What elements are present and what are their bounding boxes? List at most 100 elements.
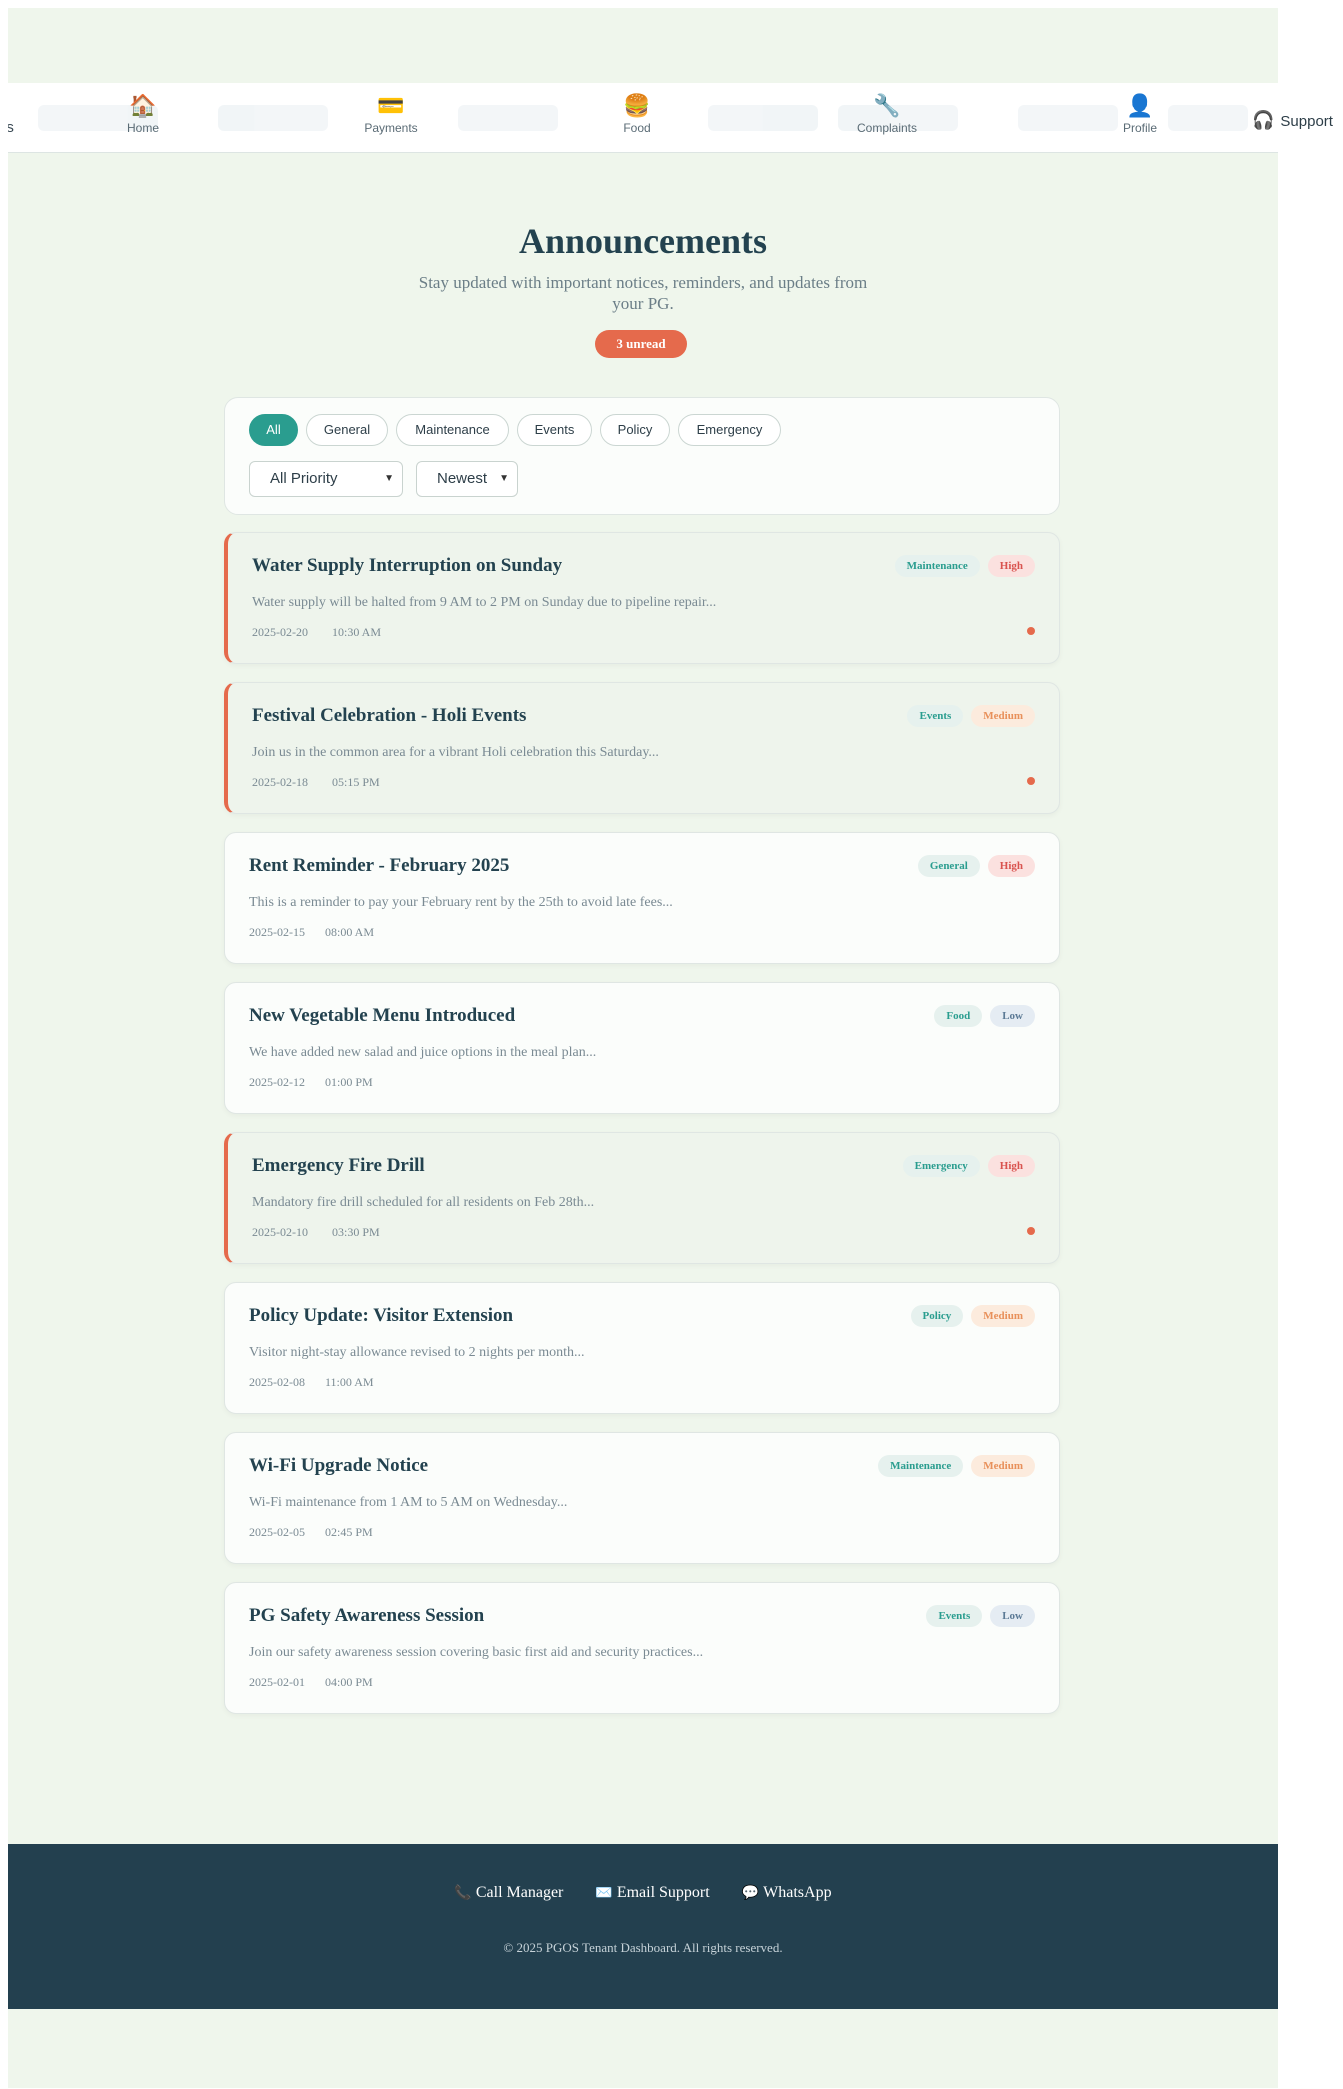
announcement-title: New Vegetable Menu Introduced <box>249 1005 516 1026</box>
announcement-excerpt: We have added new salad and juice option… <box>249 1045 597 1060</box>
footer-link-label: Call Manager <box>475 1884 564 1901</box>
sort-select-value: Newest <box>437 470 488 487</box>
announcement-excerpt: Wi-Fi maintenance from 1 AM to 5 AM on W… <box>249 1495 568 1510</box>
nav-item-label: Profile <box>1122 121 1157 135</box>
announcement-time: 08:00 AM <box>325 925 375 939</box>
announcement-excerpt: Join our safety awareness session coveri… <box>249 1645 704 1660</box>
wrench-icon: 🔧 <box>873 94 901 119</box>
priority-badge: High <box>987 1155 1035 1177</box>
whatsapp-link[interactable]: 💬 WhatsApp <box>742 1884 832 1902</box>
announcement-badges: General High <box>917 855 1035 877</box>
chat-icon: 💬 <box>741 1885 760 1901</box>
home-icon: 🏠 <box>129 94 157 119</box>
call-manager-link[interactable]: 📞 Call Manager <box>454 1884 563 1902</box>
announcement-date: 2025-02-15 <box>249 925 305 939</box>
announcement-card[interactable]: Emergency Fire Drill Emergency High Mandato… <box>224 1132 1060 1264</box>
filter-chip-general[interactable]: General <box>306 414 388 446</box>
category-badge: Maintenance <box>894 555 980 577</box>
announcement-badges: Policy Medium <box>910 1305 1035 1327</box>
announcement-badges: Maintenance Medium <box>878 1455 1035 1477</box>
announcement-date: 2025-02-10 <box>252 1225 308 1239</box>
announcement-card[interactable]: Water Supply Interruption on Sunday Maint… <box>224 532 1060 664</box>
email-support-link[interactable]: ✉️ Email Support <box>595 1884 709 1902</box>
phone-icon: 📞 <box>454 1885 472 1901</box>
filter-chip-maintenance[interactable]: Maintenance <box>396 414 509 446</box>
announcement-card[interactable]: Wi-Fi Upgrade Notice Maintenance Medium Wi-… <box>224 1432 1060 1564</box>
nav-item-label: Complaints <box>856 121 918 135</box>
priority-badge: Medium <box>971 705 1035 727</box>
announcement-card[interactable]: Rent Reminder - February 2025 General High… <box>224 832 1060 964</box>
filter-chip-events[interactable]: Events <box>517 414 592 446</box>
envelope-icon: ✉️ <box>595 1885 613 1901</box>
priority-badge: Medium <box>971 1455 1035 1477</box>
user-icon: 👤 <box>1126 94 1154 119</box>
announcement-card[interactable]: PG Safety Awareness Session Events Low Join… <box>224 1582 1060 1714</box>
announcement-title: Festival Celebration - Holi Events <box>252 705 527 726</box>
announcement-date: 2025-02-05 <box>249 1525 305 1539</box>
unread-count-badge: 3 unread <box>595 330 687 358</box>
announcement-card[interactable]: Festival Celebration - Holi Events Events… <box>224 682 1060 814</box>
chevron-down-icon: ▼ <box>384 473 394 484</box>
announcement-title: Wi-Fi Upgrade Notice <box>249 1455 429 1476</box>
nav-item-food[interactable]: 🍔 Food <box>592 95 682 136</box>
announcement-date: 2025-02-18 <box>252 775 308 789</box>
page-subtitle: Stay updated with important notices, rem… <box>418 273 868 313</box>
category-badge: Events <box>907 705 964 727</box>
announcement-time: 02:45 PM <box>325 1525 373 1539</box>
unread-dot <box>1027 627 1035 635</box>
footer-links: 📞 Call Manager ✉️ Email Support 💬 WhatsApp <box>8 1884 1278 1902</box>
nav-item-complaints[interactable]: 🔧 Complaints <box>842 94 932 136</box>
announcement-date: 2025-02-12 <box>249 1075 305 1089</box>
filter-chip-emergency[interactable]: Emergency <box>678 414 781 446</box>
filter-panel: All General Maintenance Events Policy Em… <box>224 397 1060 515</box>
nav-item-payments[interactable]: 💳 Payments <box>346 95 436 136</box>
announcement-time: 10:30 AM <box>332 625 382 639</box>
nav-item-home[interactable]: 🏠 Home <box>98 94 188 136</box>
announcement-card[interactable]: Policy Update: Visitor Extension Policy Me… <box>224 1282 1060 1414</box>
announcement-badges: Food Low <box>934 1005 1035 1027</box>
announcement-card[interactable]: New Vegetable Menu Introduced Food Low We h… <box>224 982 1060 1114</box>
priority-badge: Medium <box>971 1305 1035 1327</box>
footer-link-label: Email Support <box>616 1884 710 1901</box>
copyright-text: © 2025 PGOS Tenant Dashboard. All rights… <box>503 1940 783 1955</box>
announcement-time: 03:30 PM <box>332 1225 380 1239</box>
announcement-excerpt: Join us in the common area for a vibrant… <box>252 745 659 760</box>
nav-item-profile[interactable]: 👤 Profile <box>1095 94 1185 136</box>
priority-select[interactable]: All Priority ▼ <box>249 461 403 497</box>
nav-item-label: Home <box>126 121 159 135</box>
page-title: Announcements <box>518 221 768 261</box>
announcement-title: Rent Reminder - February 2025 <box>249 855 510 876</box>
page: as 🏠 Home 💳 Payments 🍔 Food 🔧 Complaints… <box>8 8 1278 2088</box>
announcement-excerpt: Visitor night-stay allowance revised to … <box>249 1345 585 1360</box>
announcement-excerpt: Water supply will be halted from 9 AM to… <box>252 595 717 610</box>
announcement-date: 2025-02-01 <box>249 1675 305 1689</box>
footer: 📞 Call Manager ✉️ Email Support 💬 WhatsApp … <box>8 1844 1278 2009</box>
category-badge: Maintenance <box>878 1455 964 1477</box>
category-badge: Events <box>926 1605 983 1627</box>
category-badge: Food <box>934 1005 983 1027</box>
top-nav: as 🏠 Home 💳 Payments 🍔 Food 🔧 Complaints… <box>8 83 1278 153</box>
support-label: Support <box>1280 113 1333 130</box>
category-badge: Emergency <box>902 1155 980 1177</box>
sort-select[interactable]: Newest ▼ <box>416 461 518 497</box>
announcement-time: 05:15 PM <box>332 775 380 789</box>
announcement-title: PG Safety Awareness Session <box>249 1605 485 1626</box>
filter-chip-all[interactable]: All <box>249 414 298 446</box>
chevron-down-icon: ▼ <box>499 473 509 484</box>
filter-chip-policy[interactable]: Policy <box>600 414 670 446</box>
priority-badge: High <box>987 555 1035 577</box>
priority-badge: Low <box>990 1605 1035 1627</box>
nav-edge-text: as <box>8 119 14 136</box>
unread-dot <box>1027 777 1035 785</box>
announcement-time: 01:00 PM <box>325 1075 373 1089</box>
announcement-badges: Events Low <box>926 1605 1035 1627</box>
priority-badge: Low <box>990 1005 1035 1027</box>
announcement-badges: Emergency High <box>902 1155 1035 1177</box>
category-badge: General <box>917 855 980 877</box>
announcement-title: Policy Update: Visitor Extension <box>249 1305 514 1326</box>
announcement-excerpt: This is a reminder to pay your February … <box>249 895 673 910</box>
support-button[interactable]: 🎧 Support <box>1252 110 1333 131</box>
announcement-title: Water Supply Interruption on Sunday <box>252 555 563 576</box>
announcement-title: Emergency Fire Drill <box>252 1155 425 1176</box>
announcement-date: 2025-02-08 <box>249 1375 305 1389</box>
